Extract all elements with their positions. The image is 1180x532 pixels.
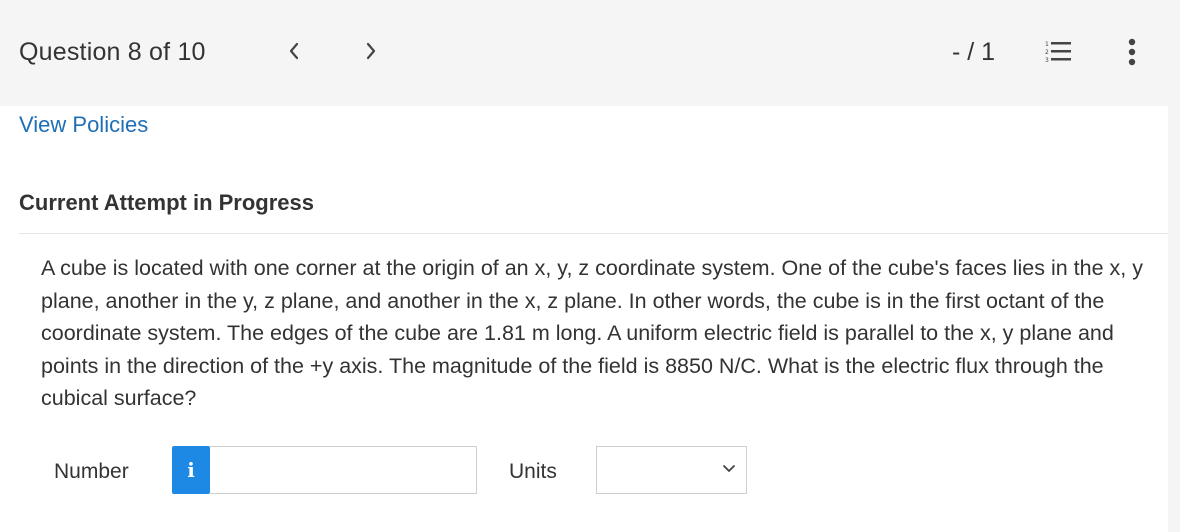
chevron-left-icon: [289, 42, 299, 60]
next-question-button[interactable]: [358, 36, 384, 66]
question-list-button[interactable]: 1 2 3: [1040, 36, 1076, 68]
svg-text:3: 3: [1045, 57, 1049, 64]
question-header: Question 8 of 10 - / 1 1 2 3: [0, 0, 1180, 106]
view-policies-link[interactable]: View Policies: [19, 112, 148, 138]
number-input[interactable]: [210, 446, 477, 494]
vertical-ellipsis-icon: [1128, 38, 1136, 66]
question-text: A cube is located with one corner at the…: [41, 256, 1143, 410]
question-content: View Policies Current Attempt in Progres…: [0, 106, 1168, 532]
attempt-status-heading: Current Attempt in Progress: [19, 190, 315, 215]
units-label: Units: [509, 460, 557, 483]
units-select[interactable]: [596, 446, 747, 494]
info-button[interactable]: i: [172, 446, 210, 494]
svg-text:2: 2: [1045, 49, 1049, 56]
number-label: Number: [54, 460, 129, 483]
info-icon: i: [187, 458, 195, 482]
chevron-down-icon: [723, 465, 735, 472]
chevron-right-icon: [366, 42, 376, 60]
question-score: - / 1: [952, 38, 996, 66]
svg-text:1: 1: [1045, 41, 1049, 48]
question-counter: Question 8 of 10: [19, 38, 206, 66]
numbered-list-icon: 1 2 3: [1045, 41, 1071, 64]
previous-question-button[interactable]: [281, 36, 307, 66]
more-options-button[interactable]: [1118, 34, 1146, 70]
divider: [19, 233, 1168, 234]
